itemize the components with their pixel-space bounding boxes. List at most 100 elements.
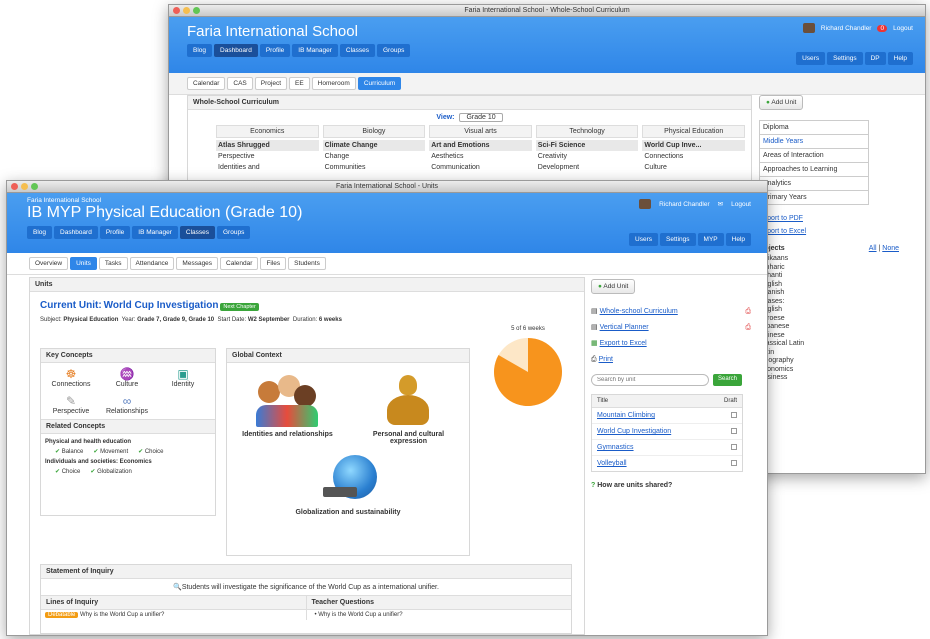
minimize-icon[interactable]	[183, 7, 190, 14]
list-item[interactable]: Classical Latin	[759, 340, 919, 349]
draft-checkbox[interactable]	[731, 428, 737, 434]
export-excel-link[interactable]: Export to Excel	[759, 228, 919, 235]
nav-dashboard[interactable]: Dashboard	[54, 226, 98, 239]
tab-attendance[interactable]: Attendance	[129, 257, 175, 270]
unit-card-title[interactable]: Atlas Shrugged	[216, 140, 319, 151]
zoom-icon[interactable]	[31, 183, 38, 190]
logout-link[interactable]: Logout	[731, 201, 751, 208]
view-select[interactable]: Grade 10	[459, 113, 503, 122]
nav-users[interactable]: Users	[629, 233, 659, 246]
user-name[interactable]: Richard Chandler	[659, 201, 710, 208]
tab-messages[interactable]: Messages	[176, 257, 219, 270]
nav-profile[interactable]: Profile	[99, 226, 131, 239]
mail-icon[interactable]: ✉	[718, 200, 723, 208]
pdf-icon[interactable]: ⎙	[745, 304, 751, 320]
shared-help[interactable]: ? How are units shared?	[591, 482, 751, 489]
side-tab-diploma[interactable]: Diploma	[760, 121, 868, 135]
add-unit-button[interactable]: ● Add Unit	[591, 279, 636, 294]
current-unit-link[interactable]: World Cup Investigation	[104, 300, 219, 311]
notification-badge[interactable]: 0	[877, 24, 888, 32]
tab-overview[interactable]: Overview	[29, 257, 69, 270]
close-icon[interactable]	[173, 7, 180, 14]
logout-link[interactable]: Logout	[893, 25, 913, 32]
tab-ee[interactable]: EE	[289, 77, 310, 90]
list-item[interactable]: Latin	[759, 349, 919, 358]
list-item[interactable]: English	[759, 281, 919, 290]
list-item[interactable]: Economics	[759, 366, 919, 375]
nav-myp[interactable]: MYP	[697, 233, 724, 246]
nav-classes[interactable]: Classes	[339, 44, 375, 57]
unit-card-title[interactable]: World Cup Inve...	[642, 140, 745, 151]
unit-card-title[interactable]: Sci-Fi Science	[535, 140, 639, 151]
side-tab-primary[interactable]: Primary Years	[760, 191, 868, 204]
tab-files[interactable]: Files	[260, 257, 287, 270]
tab-units[interactable]: Units	[70, 257, 97, 270]
print-link[interactable]: Print	[599, 356, 613, 363]
select-all-link[interactable]: All	[869, 245, 877, 252]
tab-project[interactable]: Project	[254, 77, 287, 90]
tab-calendar[interactable]: Calendar	[220, 257, 259, 270]
tab-homeroom[interactable]: Homeroom	[311, 77, 356, 90]
tab-cas[interactable]: CAS	[227, 77, 253, 90]
search-input[interactable]	[591, 374, 709, 386]
side-tab-analytics[interactable]: Analytics	[760, 177, 868, 191]
lines-column: Lines of Inquiry Debatable Why is the Wo…	[41, 596, 307, 620]
tab-calendar[interactable]: Calendar	[187, 77, 226, 90]
nav-classes[interactable]: Classes	[179, 226, 215, 239]
add-unit-button[interactable]: ● Add Unit	[759, 95, 804, 110]
next-chapter-button[interactable]: Next Chapter	[220, 303, 259, 311]
nav-profile[interactable]: Profile	[259, 44, 291, 57]
list-item[interactable]: Japanese	[759, 323, 919, 332]
tab-students[interactable]: Students	[288, 257, 326, 270]
nav-users[interactable]: Users	[796, 52, 826, 65]
list-item[interactable]: Chinese	[759, 332, 919, 341]
tab-tasks[interactable]: Tasks	[98, 257, 128, 270]
select-none-link[interactable]: None	[882, 245, 899, 252]
nav-blog[interactable]: Blog	[27, 226, 53, 239]
nav-blog[interactable]: Blog	[187, 44, 213, 57]
list-item[interactable]: Ashanti	[759, 272, 919, 281]
list-item[interactable]: Amharic	[759, 264, 919, 273]
user-name[interactable]: Richard Chandler	[821, 25, 872, 32]
draft-checkbox[interactable]	[731, 460, 737, 466]
unit-link[interactable]: World Cup Investigation	[597, 428, 671, 435]
list-item[interactable]: English	[759, 306, 919, 315]
unit-link[interactable]: Gymnastics	[597, 444, 634, 451]
tab-curriculum[interactable]: Curriculum	[357, 77, 402, 90]
export-excel-link[interactable]: Export to Excel	[600, 340, 647, 347]
nav-help[interactable]: Help	[887, 52, 913, 65]
nav-ib-manager[interactable]: IB Manager	[132, 226, 178, 239]
nav-settings[interactable]: Settings	[660, 233, 696, 246]
nav-ib-manager[interactable]: IB Manager	[292, 44, 338, 57]
unit-card-title[interactable]: Climate Change	[322, 140, 426, 151]
unit-link[interactable]: Volleyball	[597, 460, 627, 467]
whole-school-link[interactable]: Whole-school Curriculum	[600, 308, 678, 315]
draft-checkbox[interactable]	[731, 444, 737, 450]
draft-checkbox[interactable]	[731, 412, 737, 418]
nav-groups[interactable]: Groups	[217, 226, 251, 239]
vertical-planner-link[interactable]: Vertical Planner	[600, 324, 649, 331]
close-icon[interactable]	[11, 183, 18, 190]
export-pdf-link[interactable]: Export to PDF	[759, 215, 919, 222]
search-button[interactable]: Search	[713, 374, 743, 386]
list-item[interactable]: Spanish	[759, 289, 919, 298]
unit-card-title[interactable]: Art and Emotions	[429, 140, 532, 151]
pdf-icon[interactable]: ⎙	[745, 320, 751, 336]
nav-dp[interactable]: DP	[864, 52, 886, 65]
related-item: ✔ Choice	[138, 449, 164, 455]
list-item[interactable]: Business	[759, 374, 919, 383]
nav-dashboard[interactable]: Dashboard	[214, 44, 258, 57]
list-item[interactable]: Faroese	[759, 315, 919, 324]
nav-groups[interactable]: Groups	[377, 44, 411, 57]
minimize-icon[interactable]	[21, 183, 28, 190]
subject-column: Visual arts Art and Emotions Aesthetics …	[429, 125, 532, 173]
zoom-icon[interactable]	[193, 7, 200, 14]
side-tab-aoi[interactable]: Areas of Interaction	[760, 149, 868, 163]
list-item[interactable]: Geography	[759, 357, 919, 366]
unit-link[interactable]: Mountain Climbing	[597, 412, 655, 419]
list-item[interactable]: Afrikaans	[759, 255, 919, 264]
nav-help[interactable]: Help	[725, 233, 751, 246]
nav-settings[interactable]: Settings	[827, 52, 863, 65]
side-tab-middle-years[interactable]: Middle Years	[760, 135, 868, 149]
side-tab-atl[interactable]: Approaches to Learning	[760, 163, 868, 177]
